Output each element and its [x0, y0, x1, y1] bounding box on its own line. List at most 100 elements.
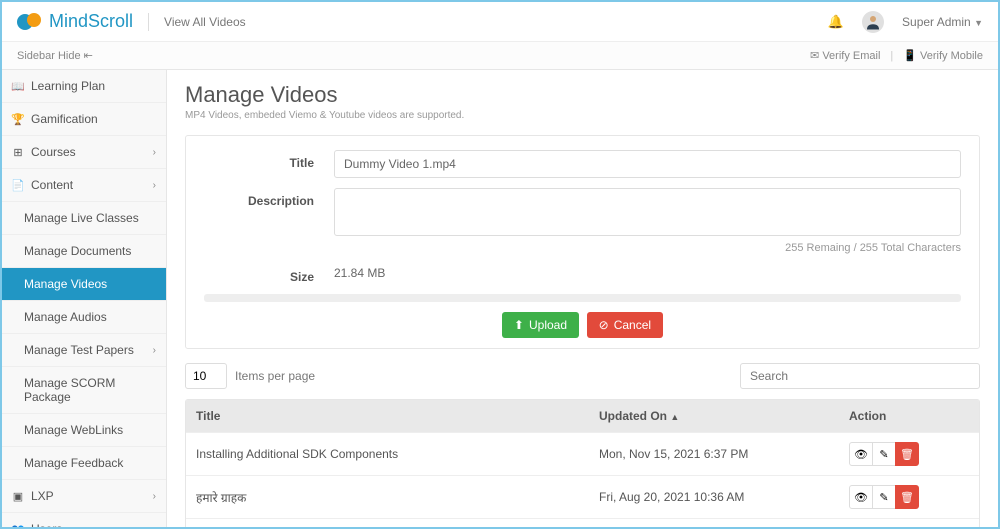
sidebar-item-label: Manage Live Classes [24, 211, 139, 225]
view-button[interactable]: 👁 [849, 485, 873, 509]
col-action: Action [839, 400, 979, 432]
chevron-right-icon: › [153, 491, 156, 502]
sidebar-item-label: Manage Videos [24, 277, 107, 291]
brand-text: MindScroll [49, 11, 133, 32]
table-row: Installing Additional SDK ComponentsMon,… [186, 432, 979, 475]
sidebar-item-manage-documents[interactable]: Manage Documents [2, 235, 166, 268]
col-updated-on[interactable]: Updated On ▲ [589, 400, 839, 432]
sidebar-item-label: Courses [31, 145, 76, 159]
cell-action: 👁✎🗑 [839, 519, 979, 527]
sidebar-icon: 🏆 [12, 113, 24, 126]
sidebar-item-label: Learning Plan [31, 79, 105, 93]
upload-button[interactable]: ⬆ Upload [502, 312, 579, 338]
sidebar-icon: 👥 [12, 523, 24, 528]
sidebar: 📖 Learning Plan 🏆Gamification ⊞ Courses › 📄 Con… [2, 70, 167, 527]
bell-icon[interactable]: 🔔 [828, 14, 844, 30]
col-title[interactable]: Title [186, 400, 589, 432]
title-label: Title [204, 150, 334, 178]
sidebar-item-manage-weblinks[interactable]: Manage WebLinks [2, 414, 166, 447]
delete-button[interactable]: 🗑 [895, 485, 919, 509]
main-content: Manage Videos MP4 Videos, embeded Viemo … [167, 70, 998, 527]
chevron-right-icon: › [153, 147, 156, 158]
items-per-page-label: Items per page [235, 369, 315, 383]
sidebar-item-manage-test-papers[interactable]: Manage Test Papers › [2, 334, 166, 367]
view-button[interactable]: 👁 [849, 442, 873, 466]
page-title: Manage Videos [185, 82, 980, 108]
size-value: 21.84 MB [334, 264, 961, 284]
edit-button[interactable]: ✎ [872, 442, 896, 466]
items-per-page-input[interactable] [185, 363, 227, 389]
sidebar-item-label: Manage WebLinks [24, 423, 123, 437]
sidebar-icon: 📖 [12, 80, 24, 93]
cell-updated: Mon, Nov 15, 2021 6:37 PM [589, 438, 839, 470]
sidebar-hide-toggle[interactable]: Sidebar Hide ⇤ [17, 49, 93, 62]
sidebar-item-label: LXP [31, 489, 54, 503]
videos-table: Title Updated On ▲ Action Installing Add… [185, 399, 980, 527]
sidebar-icon: 📄 [12, 179, 24, 192]
mail-icon: ✉ [810, 50, 822, 62]
verify-mobile-link[interactable]: 📱 Verify Mobile [903, 49, 983, 62]
cell-title: हमारे ग्राहक [186, 480, 589, 515]
logo-icon [17, 13, 45, 31]
cell-title: Installing Additional SDK Components [186, 438, 589, 470]
size-label: Size [204, 264, 334, 284]
brand-logo[interactable]: MindScroll [17, 11, 133, 32]
description-label: Description [204, 188, 334, 254]
sidebar-item-manage-videos[interactable]: Manage Videos [2, 268, 166, 301]
sort-asc-icon: ▲ [670, 412, 679, 422]
sidebar-item-label: Manage Test Papers [24, 343, 134, 357]
trash-icon: 🗑 [900, 448, 914, 461]
cell-action: 👁 ✎ 🗑 [839, 476, 979, 518]
cell-title: कंपनी में आपका स्वागत है [186, 523, 589, 528]
sidebar-item-gamification[interactable]: 🏆Gamification [2, 103, 166, 136]
table-row: कंपनी में आपका स्वागत हैFri, Aug 20, 202… [186, 518, 979, 527]
chevron-right-icon: › [153, 345, 156, 356]
description-textarea[interactable] [334, 188, 961, 236]
cell-updated: Fri, Aug 20, 2021 10:35 AM [589, 524, 839, 527]
cancel-icon: ⊘ [599, 318, 609, 332]
sidebar-item-manage-feedback[interactable]: Manage Feedback [2, 447, 166, 480]
sidebar-item-label: Users [31, 522, 62, 527]
sidebar-item-manage-scorm-package[interactable]: Manage SCORM Package [2, 367, 166, 414]
user-avatar-icon [864, 13, 882, 31]
edit-button[interactable]: ✎ [872, 485, 896, 509]
sidebar-icon: ▣ [12, 490, 24, 503]
title-input[interactable] [334, 150, 961, 178]
sidebar-item-manage-audios[interactable]: Manage Audios [2, 301, 166, 334]
delete-button[interactable]: 🗑 [895, 442, 919, 466]
chevron-right-icon: › [153, 524, 156, 528]
sidebar-item-label: Manage Feedback [24, 456, 123, 470]
sidebar-item-label: Manage SCORM Package [24, 376, 156, 404]
cell-action: 👁 ✎ 🗑 [839, 433, 979, 475]
chevron-right-icon: › [153, 180, 156, 191]
sidebar-item-lxp[interactable]: ▣ LXP › [2, 480, 166, 513]
sidebar-item-learning-plan[interactable]: 📖 Learning Plan [2, 70, 166, 103]
cancel-button[interactable]: ⊘ Cancel [587, 312, 663, 338]
sidebar-item-courses[interactable]: ⊞ Courses › [2, 136, 166, 169]
view-all-videos-link[interactable]: View All Videos [164, 15, 246, 29]
divider [148, 13, 149, 31]
eye-icon: 👁 [854, 491, 868, 504]
avatar[interactable] [862, 11, 884, 33]
verify-email-link[interactable]: ✉ Verify Email [810, 49, 880, 62]
upload-icon: ⬆ [514, 318, 524, 332]
progress-bar [204, 294, 961, 302]
sidebar-item-label: Content [31, 178, 73, 192]
sidebar-item-users[interactable]: 👥 Users › [2, 513, 166, 527]
search-input[interactable] [740, 363, 980, 389]
upload-form: Title Description 255 Remaing / 255 Tota… [185, 135, 980, 349]
page-subtitle: MP4 Videos, embeded Viemo & Youtube vide… [185, 110, 980, 121]
sidebar-item-label: Manage Documents [24, 244, 131, 258]
sidebar-item-manage-live-classes[interactable]: Manage Live Classes [2, 202, 166, 235]
mobile-icon: 📱 [903, 50, 920, 62]
sidebar-icon: ⊞ [12, 146, 24, 159]
eye-icon: 👁 [854, 448, 868, 461]
sidebar-item-content[interactable]: 📄 Content › [2, 169, 166, 202]
pencil-icon: ✎ [879, 491, 888, 504]
caret-down-icon: ▼ [974, 18, 983, 28]
collapse-icon: ⇤ [84, 50, 93, 62]
cell-updated: Fri, Aug 20, 2021 10:36 AM [589, 481, 839, 513]
divider: | [890, 50, 893, 62]
sidebar-item-label: Manage Audios [24, 310, 107, 324]
user-menu[interactable]: Super Admin ▼ [902, 15, 983, 29]
